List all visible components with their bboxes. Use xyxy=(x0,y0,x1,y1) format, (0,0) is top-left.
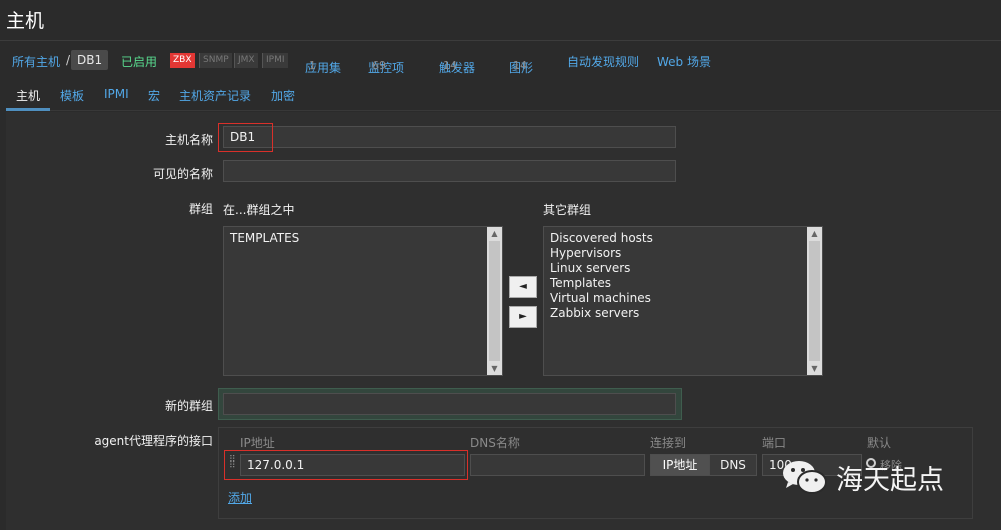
watermark-text: 海天起点 xyxy=(836,465,944,496)
host-name-label: 主机名称 xyxy=(164,133,213,147)
new-group-input[interactable] xyxy=(223,393,676,415)
list-item[interactable]: Hypervisors xyxy=(550,246,653,261)
tab-host[interactable]: 主机 xyxy=(16,87,40,104)
new-group-label: 新的群组 xyxy=(164,399,213,413)
list-item[interactable]: Discovered hosts xyxy=(550,231,653,246)
host-name-highlight xyxy=(218,123,273,152)
nav-items-count: 69 xyxy=(372,59,386,72)
host-name-input[interactable]: DB1 xyxy=(223,126,676,148)
nav-applications-count: 1 xyxy=(309,59,316,72)
ip-column-header: IP地址 xyxy=(240,436,275,450)
tab-inventory[interactable]: 主机资产记录 xyxy=(179,87,251,104)
scroll-up-icon[interactable]: ▲ xyxy=(807,227,822,240)
host-nav-bar: 所有主机 / DB1 已启用 ZBX SNMP JMX IPMI 应用集 1 监控… xyxy=(0,47,1001,75)
title-divider xyxy=(0,40,1001,41)
other-groups-header: 其它群组 xyxy=(543,203,592,217)
jmx-availability-badge: JMX xyxy=(234,53,258,68)
move-to-other-groups-button[interactable]: ► xyxy=(509,306,537,328)
in-groups-header: 在...群组之中 xyxy=(223,203,295,217)
visible-name-input[interactable] xyxy=(223,160,676,182)
nav-discovery-rules[interactable]: 自动发现规则 xyxy=(567,53,639,70)
ipmi-availability-badge: IPMI xyxy=(262,53,288,68)
connect-dns-button[interactable]: DNS xyxy=(709,454,757,476)
zbx-availability-badge: ZBX xyxy=(170,53,195,68)
other-groups-scrollbar[interactable]: ▲ ▼ xyxy=(807,227,822,375)
tab-macros[interactable]: 宏 xyxy=(148,87,160,104)
breadcrumb-all-hosts[interactable]: 所有主机 xyxy=(12,53,60,70)
page-title: 主机 xyxy=(6,10,45,32)
nav-web-scenarios[interactable]: Web 场景 xyxy=(657,53,711,70)
breadcrumb-current-host: DB1 xyxy=(71,50,109,70)
port-column-header: 端口 xyxy=(762,436,787,450)
tab-ipmi[interactable]: IPMI xyxy=(104,87,129,101)
ip-row-highlight xyxy=(224,450,468,480)
watermark: 海天起点 xyxy=(780,454,980,502)
breadcrumb-separator: / xyxy=(66,53,71,67)
active-tab-indicator xyxy=(6,108,50,111)
scroll-down-icon[interactable]: ▼ xyxy=(487,362,502,375)
tab-encryption[interactable]: 加密 xyxy=(271,87,295,104)
add-interface-link[interactable]: 添加 xyxy=(228,489,252,506)
list-item[interactable]: Templates xyxy=(550,276,653,291)
agent-interfaces-label: agent代理程序的接口 xyxy=(94,434,213,448)
in-groups-listbox[interactable]: TEMPLATES ▲ ▼ xyxy=(223,226,503,376)
wechat-logo-icon xyxy=(783,461,827,494)
list-item[interactable]: Virtual machines xyxy=(550,291,653,306)
default-column-header: 默认 xyxy=(867,436,892,450)
nav-graphs-count: 14 xyxy=(513,59,527,72)
arrow-right-icon: ► xyxy=(519,311,527,322)
list-item[interactable]: Zabbix servers xyxy=(550,306,653,321)
in-groups-scrollbar[interactable]: ▲ ▼ xyxy=(487,227,502,375)
nav-triggers-count: 14 xyxy=(443,59,457,72)
connect-ip-button[interactable]: IP地址 xyxy=(650,454,710,476)
host-status-enabled[interactable]: 已启用 xyxy=(121,53,157,70)
tab-templates[interactable]: 模板 xyxy=(60,87,84,104)
list-item[interactable]: TEMPLATES xyxy=(230,231,299,246)
dns-name-input[interactable] xyxy=(470,454,645,476)
scroll-thumb[interactable] xyxy=(809,241,820,361)
scroll-down-icon[interactable]: ▼ xyxy=(807,362,822,375)
snmp-availability-badge: SNMP xyxy=(199,53,232,68)
host-tabs: 主机 模板 IPMI 宏 主机资产记录 加密 xyxy=(6,82,1001,111)
scroll-up-icon[interactable]: ▲ xyxy=(487,227,502,240)
scroll-thumb[interactable] xyxy=(489,241,500,361)
move-to-in-groups-button[interactable]: ◄ xyxy=(509,276,537,298)
dns-column-header: DNS名称 xyxy=(470,436,520,450)
groups-label: 群组 xyxy=(188,202,213,216)
visible-name-label: 可见的名称 xyxy=(152,167,213,181)
connect-to-column-header: 连接到 xyxy=(650,436,687,450)
list-item[interactable]: Linux servers xyxy=(550,261,653,276)
other-groups-listbox[interactable]: Discovered hosts Hypervisors Linux serve… xyxy=(543,226,823,376)
arrow-left-icon: ◄ xyxy=(519,281,527,292)
